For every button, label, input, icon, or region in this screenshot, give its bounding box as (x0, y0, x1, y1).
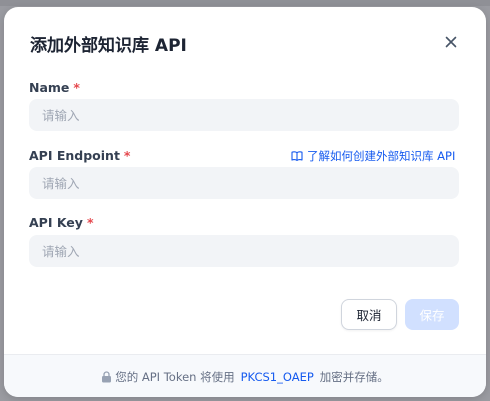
backdrop (0, 0, 490, 6)
book-icon (291, 151, 303, 161)
api-key-input[interactable] (29, 235, 459, 267)
required-mark: * (73, 80, 80, 95)
create-external-api-help-link[interactable]: 了解如何创建外部知识库 API (291, 148, 455, 164)
name-label-text: Name (29, 80, 70, 95)
close-button[interactable] (440, 31, 462, 53)
footer-text-after: 加密并存储。 (319, 369, 389, 384)
endpoint-input[interactable] (29, 167, 459, 199)
api-key-label: API Key * (29, 215, 93, 230)
endpoint-label-text: API Endpoint (29, 148, 120, 163)
encryption-method: PKCS1_OAEP (240, 369, 314, 384)
footer-text-before: 您的 API Token 将使用 (115, 369, 235, 384)
dialog-title: 添加外部知识库 API (30, 36, 187, 56)
lock-icon (102, 370, 112, 382)
api-key-label-text: API Key (29, 215, 83, 230)
help-link-text: 了解如何创建外部知识库 API (307, 149, 456, 163)
name-input[interactable] (29, 99, 459, 131)
close-icon (445, 36, 457, 48)
required-mark: * (123, 148, 131, 163)
cancel-button[interactable]: 取消 (341, 299, 397, 330)
add-external-knowledge-api-dialog: 添加外部知识库 API Name* API Endpoint* 了解如何创建外部… (4, 7, 486, 397)
required-mark: * (86, 215, 94, 230)
security-note-footer: 您的 API Token 将使用 PKCS1_OAEP 加密并存储。 (4, 354, 486, 397)
endpoint-label: API Endpoint * (29, 148, 130, 163)
name-label: Name * (29, 80, 80, 95)
save-button[interactable]: 保存 (405, 299, 459, 330)
